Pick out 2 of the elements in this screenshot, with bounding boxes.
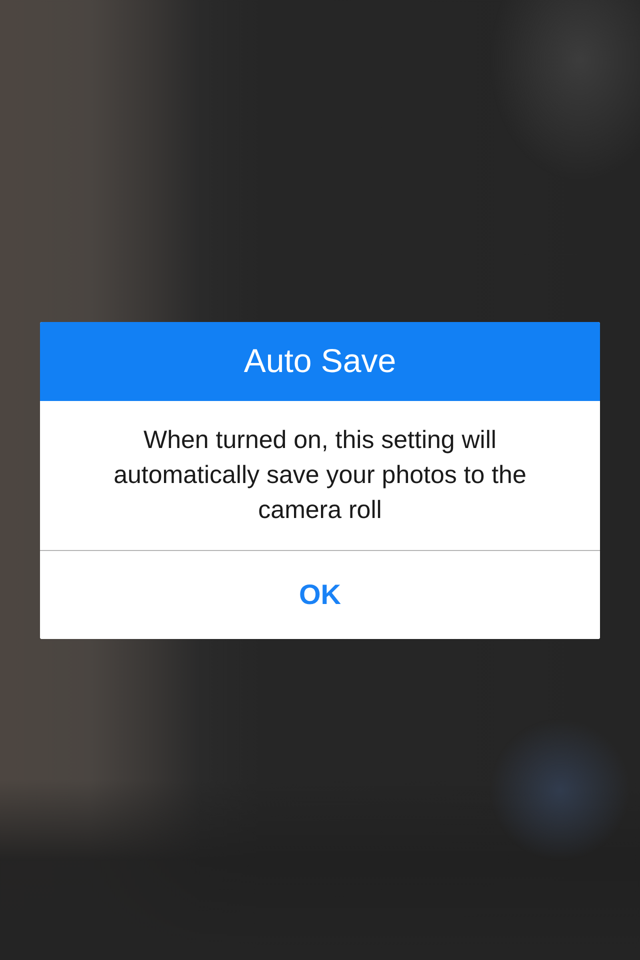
dialog-message: When turned on, this setting will automatically save your photos to the camera roll <box>112 424 528 526</box>
dialog-title: Auto Save <box>244 342 396 380</box>
